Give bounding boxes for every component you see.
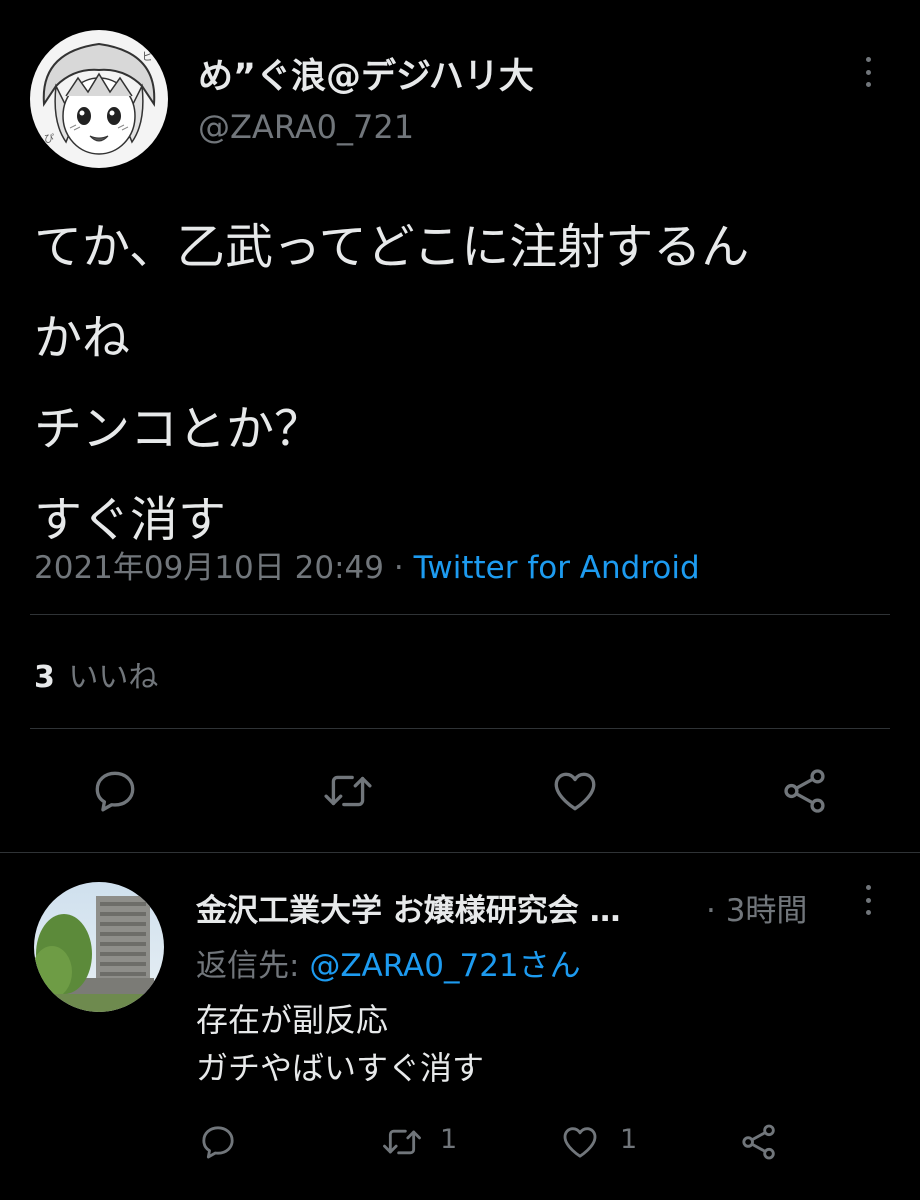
manga-girl-avatar-image: ピ ぴ: [30, 30, 168, 168]
svg-text:ぴ: ぴ: [44, 133, 54, 145]
tweet-text: てか、乙武ってどこに注射するん かね チンコとか？ すぐ消す: [34, 202, 749, 566]
building-avatar-image: [34, 882, 164, 1012]
author-name[interactable]: め”ぐ浪@デジハリ大: [198, 48, 534, 99]
tweet-source-link[interactable]: Twitter for Android: [414, 550, 700, 586]
reply-more-options-icon[interactable]: [864, 885, 872, 915]
tweet-text-line: てか、乙武ってどこに注射するん: [34, 219, 750, 275]
reply-author-avatar[interactable]: [34, 882, 164, 1012]
reply-text-line: 存在が副反応: [196, 1001, 389, 1039]
likes-label: いいね: [68, 660, 159, 695]
reply-like-count: 1: [620, 1124, 638, 1155]
reply-retweet-icon[interactable]: [380, 1122, 424, 1162]
reply-to: 返信先: @ZARA0_721さん: [196, 940, 581, 985]
reply-text-line: ガチやばいすぐ消す: [196, 1049, 485, 1087]
author-avatar[interactable]: ピ ぴ: [30, 30, 168, 168]
reply-author-name[interactable]: 金沢工業大学 お嬢様研究会 …: [196, 885, 621, 930]
like-icon[interactable]: [550, 766, 600, 816]
divider: [30, 614, 890, 615]
reply-icon[interactable]: [90, 766, 140, 816]
tweet-text-line: チンコとか？: [34, 401, 323, 457]
author-handle[interactable]: @ZARA0_721: [198, 108, 414, 146]
retweet-icon[interactable]: [320, 766, 376, 816]
svg-text:ピ: ピ: [142, 50, 153, 63]
more-options-icon[interactable]: [864, 57, 872, 87]
meta-separator: ·: [393, 550, 404, 586]
reply-to-handle-link[interactable]: @ZARA0_721さん: [309, 948, 580, 984]
likes-count: 3: [34, 660, 55, 695]
reply-share-icon[interactable]: [738, 1122, 780, 1162]
likes-stat[interactable]: 3 いいね: [34, 652, 158, 696]
reply-retweet-count: 1: [440, 1124, 458, 1155]
tweet-timestamp[interactable]: 2021年09月10日 20:49: [34, 550, 384, 586]
share-icon[interactable]: [778, 766, 832, 816]
reply-like-icon[interactable]: [560, 1122, 600, 1162]
reply-to-label: 返信先:: [196, 948, 300, 984]
reply-text: 存在が副反応 ガチやばいすぐ消す: [196, 996, 484, 1092]
divider: [0, 852, 920, 853]
divider: [30, 728, 890, 729]
tweet-meta: 2021年09月10日 20:49 · Twitter for Android: [34, 542, 700, 587]
reply-time[interactable]: · 3時間: [706, 885, 807, 930]
tweet-text-line: かね: [34, 310, 131, 366]
reply-reply-icon[interactable]: [198, 1122, 238, 1162]
